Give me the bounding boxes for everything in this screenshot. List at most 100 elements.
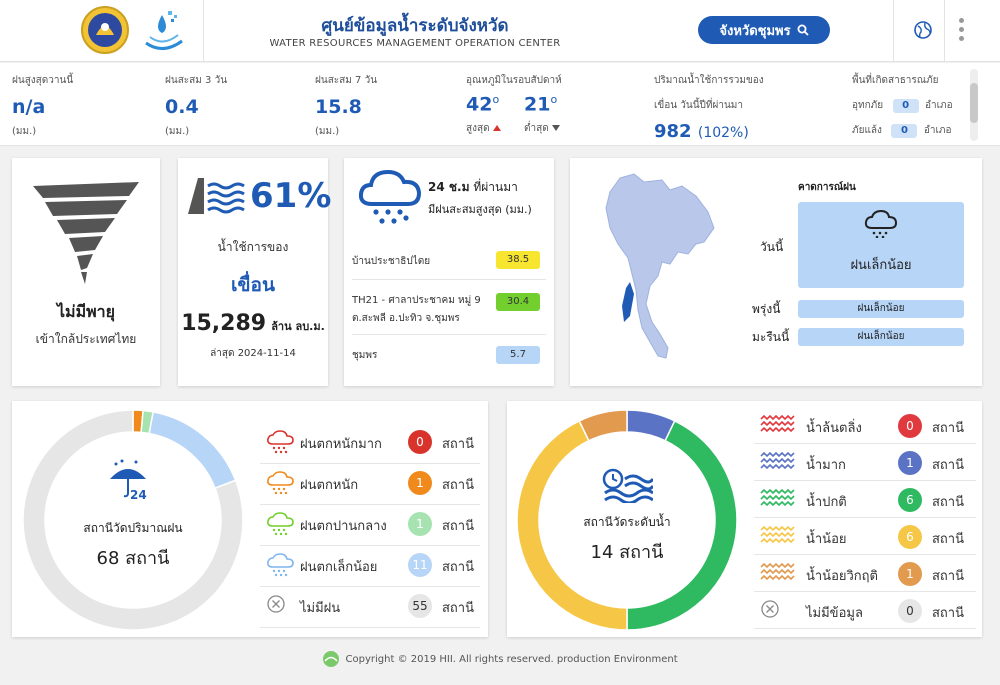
water-donut-slice[interactable] (578, 409, 628, 442)
legend-icon (266, 512, 294, 540)
legend-icon (266, 553, 294, 581)
rain-stations-total: 68 สถานี (96, 548, 170, 569)
legend-label: น้ำน้อยวิกฤติ (806, 569, 878, 584)
rain-donut-slice[interactable] (148, 410, 237, 490)
arrow-down-icon (551, 125, 560, 131)
legend-row[interactable]: ฝนตกหนักมาก 0 สถานี (260, 423, 480, 464)
legend-icon (760, 488, 796, 512)
dam-card[interactable]: 61% น้ำใช้การของ เขื่อน 15,289 ล้าน ลบ.ม… (178, 158, 331, 386)
forecast-today-value: ฝนเล็กน้อย (850, 258, 912, 273)
legend-row[interactable]: น้ำปกติ 6 สถานี (754, 481, 976, 518)
legend-unit: สถานี (932, 495, 964, 510)
stat-label: ฝนสะสม 3 วัน (165, 75, 228, 86)
legend-count-badge: 6 (898, 525, 922, 549)
forecast-title: คาดการณ์ฝน (798, 182, 856, 193)
stat-unit: (มม.) (165, 126, 190, 137)
stat-rain-7day: ฝนสะสม 7 วัน 15.8 (มม.) (315, 73, 377, 139)
rain-station-row[interactable]: บ้านประชาธิปไตย 38.5 (352, 246, 546, 280)
storm-card[interactable]: ไม่มีพายุ เข้าใกล้ประเทศไทย (12, 158, 160, 386)
stat-value: n/a (12, 96, 46, 118)
legend-icon (760, 451, 796, 475)
header-divider (944, 0, 945, 62)
legend-count-badge: 0 (408, 430, 432, 454)
stat-rain-3day: ฝนสะสม 3 วัน 0.4 (มม.) (165, 73, 227, 139)
legend-label: น้ำมาก (806, 458, 846, 473)
umbrella-24-icon: 24 (110, 459, 147, 501)
forecast-dayafter-label: มะรืนนี้ (752, 330, 790, 344)
legend-icon (760, 599, 780, 623)
legend-row[interactable]: น้ำล้นตลิ่ง 0 สถานี (754, 407, 976, 444)
stat-label: เขื่อน วันนี้ปีที่ผ่านมา (654, 100, 744, 111)
province-button-label: จังหวัดชุมพร (719, 23, 791, 39)
stat-label: ฝนสะสม 7 วัน (315, 75, 378, 86)
rain24-title: 24 ช.ม ที่ผ่านมา (428, 180, 518, 194)
forecast-card[interactable]: คาดการณ์ฝน วันนี้ ฝนเล็กน้อย พรุ่งนี้ ฝน… (570, 158, 982, 386)
rain24-subtitle: มีฝนสะสมสูงสุด (มม.) (428, 203, 532, 216)
legend-row[interactable]: น้ำมาก 1 สถานี (754, 444, 976, 481)
legend-row[interactable]: น้ำน้อยวิกฤติ 1 สถานี (754, 555, 976, 592)
more-menu-icon[interactable] (958, 18, 966, 45)
legend-unit: สถานี (442, 437, 474, 452)
rain-stations-center-label: สถานีวัดปริมาณฝน (83, 521, 183, 535)
legend-unit: สถานี (442, 519, 474, 534)
rain-24h-card[interactable]: 24 ช.ม ที่ผ่านมา มีฝนสะสมสูงสุด (มม.) บ้… (344, 158, 554, 386)
legend-unit: สถานี (932, 532, 964, 547)
stat-disaster: พื้นที่เกิดสาธารณภัย อุทกภัย 0 อำเภอ ภัย… (852, 73, 953, 138)
stats-scrollbar[interactable] (970, 69, 978, 141)
legend-unit: สถานี (932, 421, 964, 436)
water-level-wave-icon (760, 562, 795, 581)
legend-unit: สถานี (932, 606, 964, 621)
legend-row[interactable]: ฝนตกเล็กน้อย 11 สถานี (260, 546, 480, 587)
globe-icon[interactable] (913, 20, 933, 40)
legend-label: ฝนตกปานกลาง (300, 519, 387, 534)
legend-row[interactable]: ไม่มีฝน 55 สถานี (260, 587, 480, 628)
stat-label: อุณหภูมิในรอบสัปดาห์ (466, 75, 562, 86)
legend-count-badge: 11 (408, 553, 432, 577)
forecast-tomorrow-value: ฝนเล็กน้อย (798, 300, 964, 318)
legend-icon (760, 414, 796, 438)
legend-count-badge: 1 (408, 471, 432, 495)
stat-unit: (มม.) (315, 126, 340, 137)
legend-count-badge: 55 (408, 594, 432, 618)
rain-value-badge: 38.5 (496, 251, 540, 269)
forecast-today-box: ฝนเล็กน้อย (798, 202, 964, 288)
dam-label: น้ำใช้การของ (217, 240, 289, 254)
stat-value: 0.4 (165, 96, 199, 118)
svg-text:24: 24 (130, 488, 147, 501)
stat-temperature: อุณหภูมิในรอบสัปดาห์ 42o 21o สูงสุด ต่ำส… (466, 63, 606, 143)
arrow-up-icon (492, 125, 501, 131)
dam-name: เขื่อน (231, 274, 275, 296)
temp-max-label: สูงสุด (466, 121, 501, 136)
legend-count-badge: 6 (898, 488, 922, 512)
legend-icon (266, 430, 294, 458)
water-stations-card[interactable]: สถานีวัดระดับน้ำ 14 สถานี น้ำล้นตลิ่ง 0 สถ… (507, 401, 982, 637)
hii-small-logo (323, 651, 340, 667)
legend-label: น้ำล้นตลิ่ง (806, 421, 862, 436)
legend-row[interactable]: น้ำน้อย 6 สถานี (754, 518, 976, 555)
temp-min-value: 21o (524, 93, 558, 116)
legend-row[interactable]: ไม่มีข้อมูล 0 สถานี (754, 592, 976, 629)
dam-icon (188, 178, 245, 214)
rain-stations-card[interactable]: 24 สถานีวัดปริมาณฝน 68 สถานี ฝนตกหนักมาก… (12, 401, 488, 637)
water-level-wave-icon (760, 451, 795, 470)
legend-unit: สถานี (932, 569, 964, 584)
stat-dam-storage: ปริมาณน้ำใช้การรวมของ เขื่อน วันนี้ปีที่… (654, 73, 764, 142)
legend-label: ฝนตกเล็กน้อย (300, 560, 378, 575)
legend-row[interactable]: ฝนตกหนัก 1 สถานี (260, 464, 480, 505)
legend-unit: สถานี (442, 560, 474, 575)
no-rain-icon (267, 595, 285, 613)
legend-unit: สถานี (932, 458, 964, 473)
rain-station-row[interactable]: TH21 - ศาลาประชาคม หมู่ 9 ต.สะพลี อ.ปะทิ… (352, 283, 546, 335)
temp-max-value: 42o (466, 93, 500, 116)
forecast-today-label: วันนี้ (760, 240, 784, 254)
dam-updated: ล่าสุด 2024-11-14 (210, 348, 296, 359)
province-search-button[interactable]: จังหวัดชุมพร (698, 16, 830, 44)
stat-label: พื้นที่เกิดสาธารณภัย (852, 75, 939, 86)
thailand-map (605, 173, 715, 359)
stat-max-rain: ฝนสูงสุดวานนี้ n/a (มม.) (12, 73, 73, 139)
legend-count-badge: 1 (898, 451, 922, 475)
rain-station-row[interactable]: ชุมพร 5.7 (352, 338, 546, 372)
legend-row[interactable]: ฝนตกปานกลาง 1 สถานี (260, 505, 480, 546)
legend-count-badge: 0 (898, 599, 922, 623)
legend-icon (266, 594, 286, 618)
